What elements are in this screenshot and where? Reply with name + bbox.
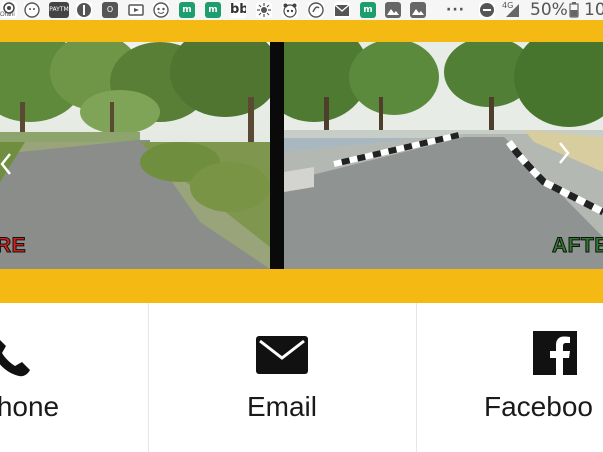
next-arrow-icon[interactable]	[556, 139, 570, 167]
panda-icon	[282, 2, 298, 18]
email-contact-button[interactable]: Email	[148, 303, 416, 452]
image-icon	[385, 2, 401, 18]
notification-icon	[308, 2, 324, 18]
battery-percent: 50%	[530, 0, 568, 20]
facebook-contact-button[interactable]: Faceboo	[416, 303, 603, 452]
meru-icon: m	[360, 2, 376, 18]
phone-label: hone	[0, 391, 60, 422]
face-icon	[24, 2, 40, 18]
paytm-app-icon: PAYTM	[49, 2, 69, 18]
prev-arrow-icon[interactable]	[0, 150, 14, 178]
after-photo: AFTER	[284, 42, 603, 269]
face-icon	[153, 2, 169, 18]
meru-icon: m	[205, 2, 221, 18]
sun-icon	[256, 2, 272, 18]
battery-icon	[569, 2, 579, 18]
phone-icon	[0, 336, 32, 380]
contact-options: hone Email Faceboo	[0, 303, 603, 452]
camera-icon	[76, 2, 92, 18]
orahi-label: Orahi	[0, 12, 15, 18]
do-not-disturb-icon	[479, 2, 495, 18]
status-bar: Orahi PAYTM O m m bb m ··· 4G 50% 10	[0, 0, 603, 20]
before-photo: RE	[0, 42, 270, 269]
photo-divider	[270, 42, 284, 269]
facebook-icon	[533, 331, 577, 375]
banner-top-strip	[0, 20, 603, 42]
outlook-icon: O	[102, 2, 118, 18]
clock: 10	[584, 0, 603, 20]
image-icon	[410, 2, 426, 18]
envelope-icon	[256, 336, 308, 374]
email-label: Email	[246, 391, 317, 422]
phone-contact-button[interactable]: hone	[0, 303, 146, 452]
tv-icon	[128, 2, 144, 18]
facebook-label: Faceboo	[484, 391, 593, 422]
bb-icon: bb	[230, 2, 246, 18]
gmail-icon	[334, 2, 350, 18]
signal-icon	[504, 2, 520, 18]
more-notifications: ···	[446, 2, 465, 18]
after-label: AFTER	[552, 234, 603, 258]
banner-bottom-strip	[0, 269, 603, 303]
meru-icon: m	[179, 2, 195, 18]
before-label: RE	[0, 234, 27, 258]
